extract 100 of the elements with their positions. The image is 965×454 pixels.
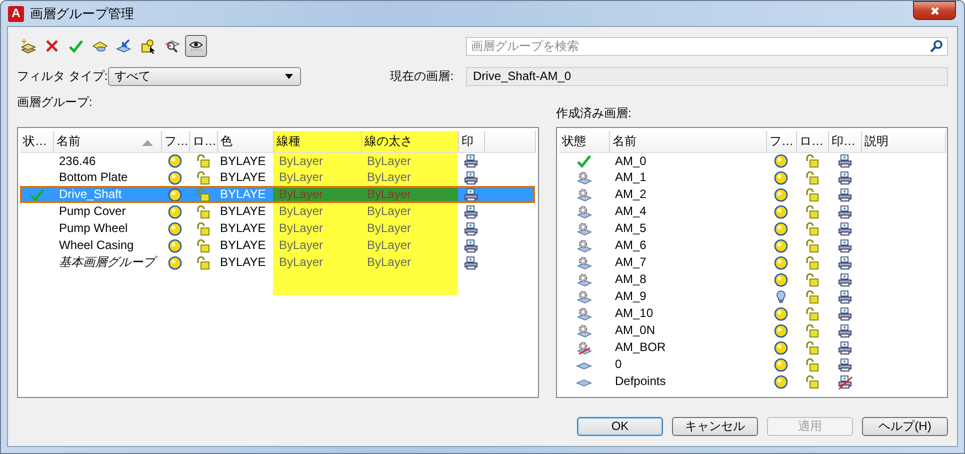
column-header[interactable]: 名前 [53,131,161,152]
printer-icon[interactable] [836,220,852,236]
printer-icon[interactable] [463,220,479,236]
column-header[interactable]: 印… [828,131,861,152]
search-field[interactable]: 画層グループを検索 [466,36,948,56]
sun-icon[interactable] [773,220,789,236]
sun-icon[interactable] [773,238,789,254]
lock-icon[interactable] [804,272,820,288]
lock-icon[interactable] [195,220,211,236]
visibility-button[interactable] [185,35,207,57]
sun-icon[interactable] [167,220,183,236]
table-cell: Drive_Shaft [53,186,161,203]
column-header[interactable]: フ… [766,131,796,152]
column-header[interactable]: 色 [217,131,273,152]
table-cell: 236.46 [53,152,161,169]
column-header[interactable]: ロ… [796,131,828,152]
lock-icon[interactable] [804,254,820,270]
table-row[interactable]: 236.46 BYLAYE ByLayer ByLayer [20,152,535,169]
printer-icon[interactable] [463,152,479,169]
column-header[interactable]: 名前 [609,131,766,152]
sun-icon[interactable] [167,254,183,270]
sun-icon[interactable] [773,254,789,270]
column-header[interactable]: 線種 [273,131,361,152]
sun-icon[interactable] [773,356,789,372]
sun-icon[interactable] [773,170,789,186]
lock-icon[interactable] [804,152,820,169]
printer-icon[interactable] [836,204,852,220]
printer-icon[interactable] [463,170,479,186]
lock-icon[interactable] [804,186,820,202]
table-row[interactable]: Bottom Plate BYLAYE ByLayer ByLayer [20,169,535,186]
close-button[interactable] [913,1,956,20]
sun-icon[interactable] [167,152,183,169]
printer-icon[interactable] [836,238,852,254]
lock-icon[interactable] [195,152,211,169]
lock-icon[interactable] [804,374,820,390]
table-cell: ByLayer [273,237,361,254]
sun-icon[interactable] [167,238,183,254]
lock-icon[interactable] [804,204,820,220]
magnifier-icon [164,38,180,54]
lock-icon[interactable] [804,238,820,254]
printer-icon[interactable] [463,204,479,220]
printer-icon[interactable] [836,322,852,338]
printer-icon[interactable] [463,186,479,202]
lock-icon[interactable] [804,322,820,338]
filter-dropdown[interactable]: すべて [108,66,302,86]
sun-icon[interactable] [167,170,183,186]
printer-icon[interactable] [836,170,852,186]
sun-icon[interactable] [773,272,789,288]
printer-icon[interactable] [463,254,479,270]
lock-icon[interactable] [195,186,211,202]
table-cell-text: AM_9 [614,288,648,305]
arrow-icon [116,38,132,54]
printer-icon[interactable] [463,238,479,254]
sun-icon[interactable] [773,374,789,390]
table-row[interactable]: Wheel Casing BYLAYE ByLayer ByLayer [20,237,535,254]
lock-icon[interactable] [804,306,820,322]
column-header[interactable]: 印 [458,131,484,152]
printer-icon[interactable] [836,340,852,356]
lock-icon[interactable] [195,238,211,254]
sun-icon[interactable] [167,186,183,202]
column-header[interactable]: 状態 [559,131,609,152]
printer-icon[interactable] [836,152,852,169]
lock-icon[interactable] [195,254,211,270]
table-row[interactable]: Pump Wheel BYLAYE ByLayer ByLayer [20,220,535,237]
printer-icon[interactable] [836,306,852,322]
printer-icon[interactable] [836,272,852,288]
sun-icon[interactable] [773,152,789,169]
sun-icon[interactable] [773,204,789,220]
sun-icon[interactable] [773,322,789,338]
table-cell: AM_0 [609,152,766,169]
table-cell: ByLayer [273,220,361,237]
table-cell-text: AM_7 [614,254,648,271]
lock-icon[interactable] [195,170,211,186]
printer-icon[interactable] [836,356,852,372]
lock-icon[interactable] [804,288,820,304]
table-row[interactable]: 基本画層グループ BYLAYE ByLayer ByLayer [20,254,535,271]
printer-icon[interactable] [836,288,852,304]
sun-icon[interactable] [773,306,789,322]
lock-icon[interactable] [804,356,820,372]
sun-icon[interactable] [773,340,789,356]
lock-icon[interactable] [195,204,211,220]
sun-icon[interactable] [167,204,183,220]
lock-icon[interactable] [804,170,820,186]
column-header[interactable]: 線の太さ [361,131,458,152]
printer-icon[interactable] [836,374,852,390]
sun-icon[interactable] [773,186,789,202]
current-layer-field[interactable]: Drive_Shaft-AM_0 [466,66,948,86]
dialog-button[interactable]: キャンセル [672,417,758,436]
column-header[interactable]: 状… [20,131,53,152]
dialog-button[interactable]: OK [577,417,663,436]
printer-icon[interactable] [836,254,852,270]
column-header[interactable]: 説明 [861,131,945,152]
search-icon[interactable] [929,38,943,52]
lock-icon[interactable] [804,340,820,356]
dialog-button[interactable]: ヘルプ(H) [862,417,948,436]
column-header[interactable]: フ… [161,131,189,152]
column-header[interactable]: ロ… [189,131,217,152]
lock-icon[interactable] [804,220,820,236]
table-row[interactable]: Pump Cover BYLAYE ByLayer ByLayer [20,203,535,220]
printer-icon[interactable] [836,186,852,202]
